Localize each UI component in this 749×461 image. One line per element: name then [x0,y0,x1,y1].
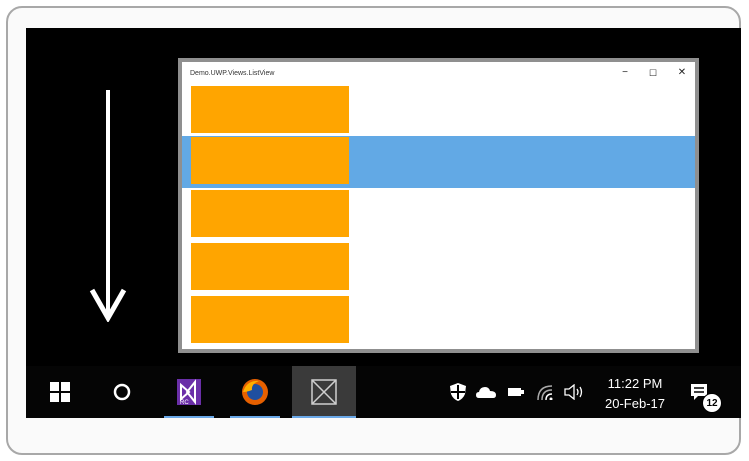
start-button[interactable] [40,366,80,418]
close-button[interactable]: ✕ [672,65,692,81]
windows-start-icon [50,382,70,402]
taskbar-active-app[interactable] [292,366,356,418]
onedrive-icon [476,387,496,398]
wifi-icon [537,385,553,400]
firefox-icon [242,379,268,405]
list-item-tile [191,190,349,237]
list-item[interactable] [182,242,695,294]
cortana-icon [113,383,131,401]
tray-volume[interactable] [564,366,586,418]
taskbar-firefox[interactable] [230,366,280,418]
list-item-tile [191,137,349,184]
list-item-tile [191,296,349,343]
title-bar[interactable]: Demo.UWP.Views.ListView − ☐ ✕ [182,62,695,86]
svg-text:RC: RC [180,400,189,405]
scroll-down-arrow-icon [89,90,127,322]
taskbar: RC 11:22 PM 20-Feb-17 12 [26,366,741,418]
list-item-selected[interactable] [182,136,695,188]
cortana-button[interactable] [102,366,142,418]
maximize-button[interactable]: ☐ [643,65,663,81]
battery-icon [508,388,524,396]
running-indicator [230,416,280,418]
notification-count-badge: 12 [702,393,722,413]
window-title: Demo.UWP.Views.ListView [190,70,275,77]
app-window: Demo.UWP.Views.ListView − ☐ ✕ [178,58,699,353]
list-item-tile [191,243,349,290]
visual-studio-icon: RC [177,379,201,405]
system-clock[interactable]: 11:22 PM 20-Feb-17 [599,374,671,414]
clock-date: 20-Feb-17 [605,396,665,411]
tray-shield[interactable] [450,366,466,418]
list-item[interactable] [182,189,695,241]
list-item[interactable] [182,295,695,347]
minimize-button[interactable]: − [615,65,635,81]
tray-network[interactable] [536,366,554,418]
tray-onedrive[interactable] [476,366,498,418]
taskbar-visual-studio[interactable]: RC [164,366,214,418]
running-indicator [292,416,356,418]
list-item-tile [191,86,349,133]
list-item[interactable] [182,85,695,137]
volume-icon [564,384,583,400]
shield-icon [450,383,466,401]
running-indicator [164,416,214,418]
list-view[interactable] [182,85,695,349]
clock-time: 11:22 PM [607,376,663,391]
app-window-icon [311,379,337,405]
tray-battery[interactable] [508,366,526,418]
